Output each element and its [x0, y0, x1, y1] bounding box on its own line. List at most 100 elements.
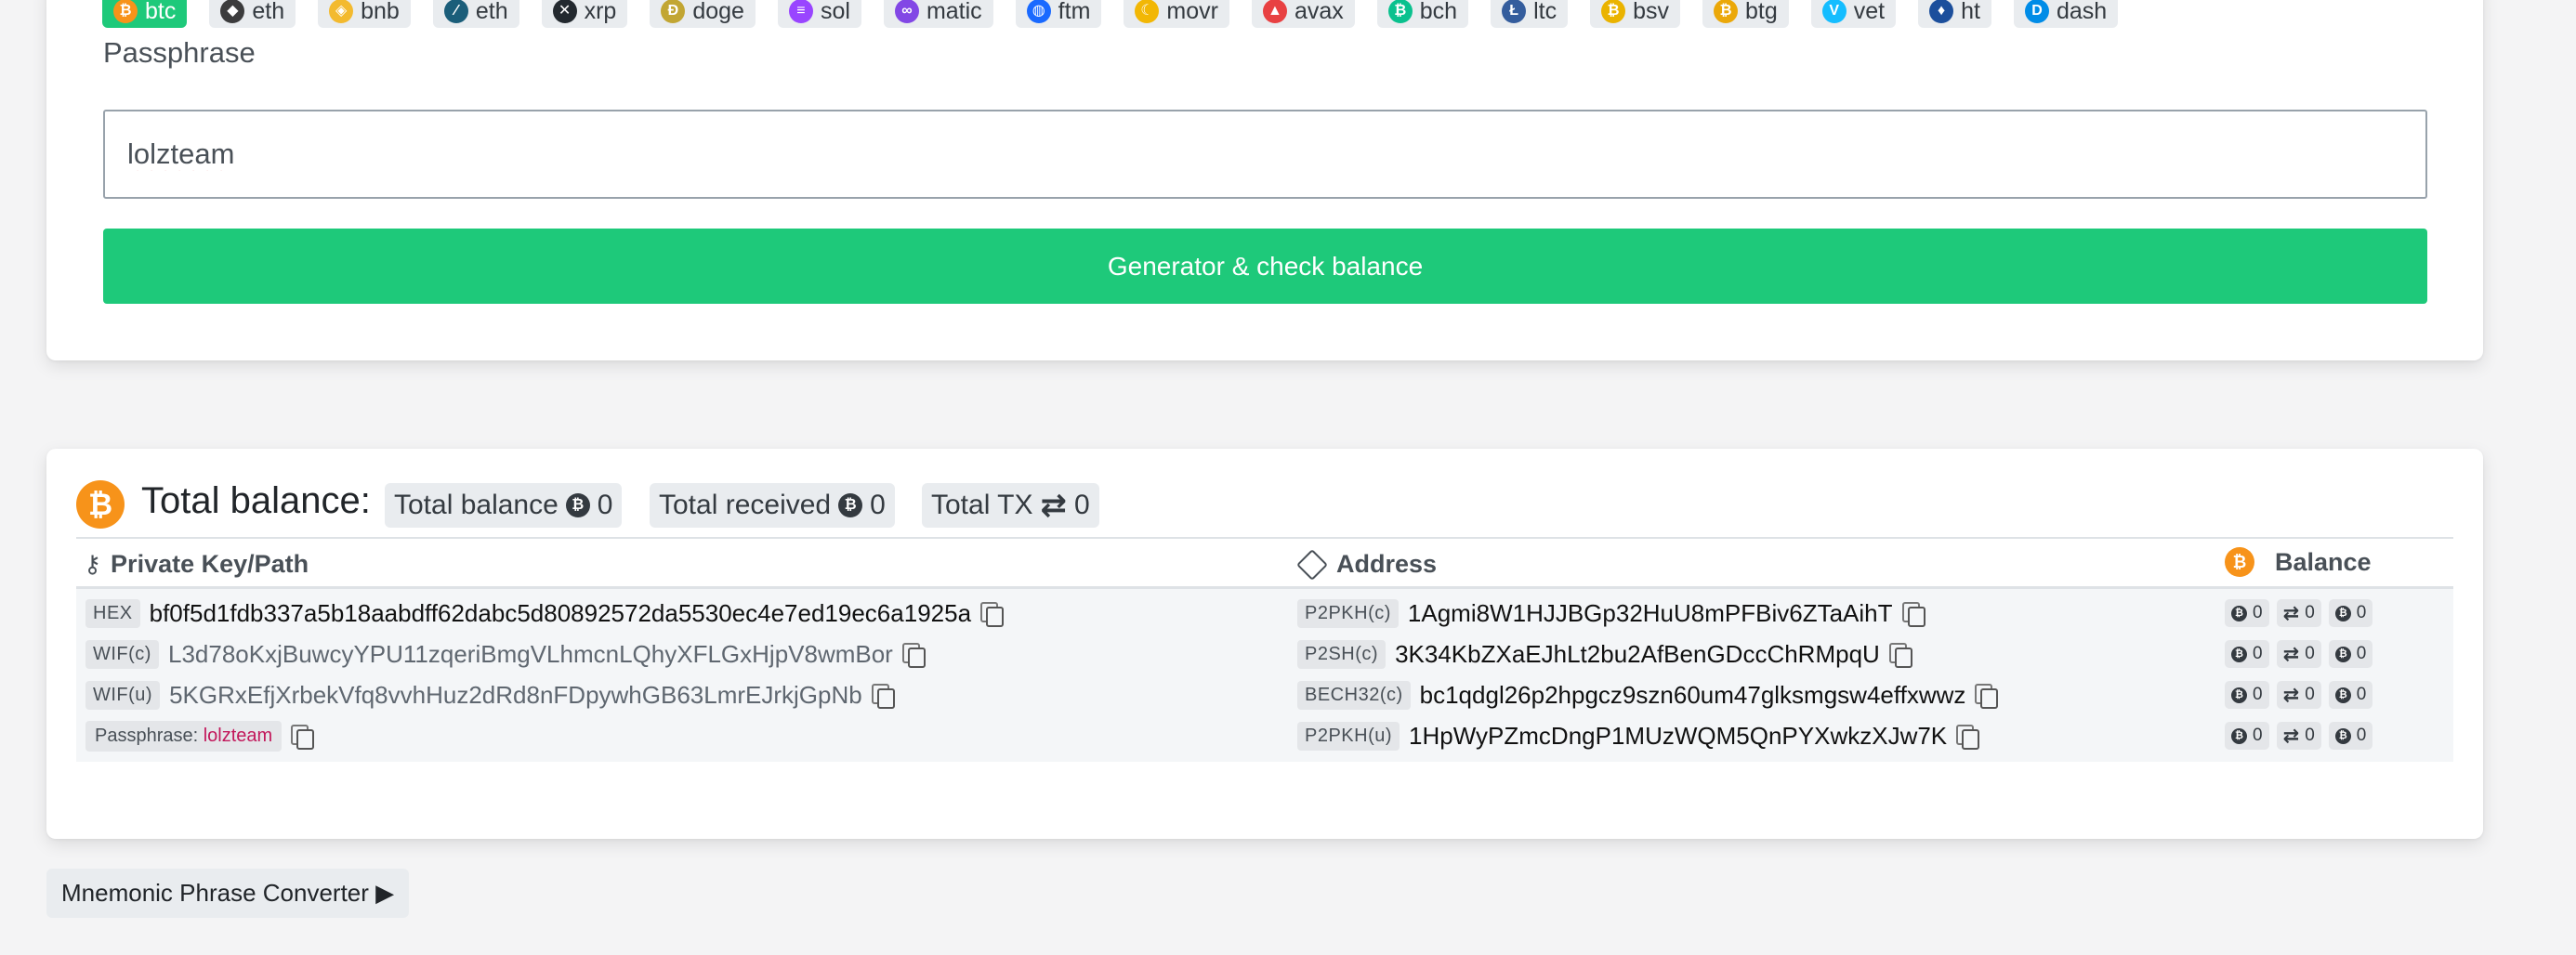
col-balance-label: Balance	[2275, 547, 2372, 576]
cube-icon	[1296, 548, 1328, 581]
coin-chip-label: bnb	[361, 0, 400, 24]
table-row: HEX bf0f5d1fdb337a5b18aabdff62dabc5d8089…	[76, 593, 2453, 634]
dogecoin-icon: Ð	[661, 0, 686, 23]
coin-chip-label: ht	[1961, 0, 1980, 24]
generate-check-balance-button[interactable]: Generator & check balance	[103, 229, 2427, 304]
private-key-value: bf0f5d1fdb337a5b18aabdff62dabc5d80892572…	[149, 598, 972, 627]
copy-icon[interactable]	[901, 643, 926, 668]
coin-icon: ₿	[2231, 687, 2247, 703]
copy-icon[interactable]	[1956, 725, 1980, 750]
table-row: WIF(c) L3d78oKxjBuwcyYPU11zqeriBmgVLhmcn…	[76, 634, 2453, 674]
coin-chip-label: vet	[1853, 0, 1886, 24]
col-address-label: Address	[1336, 550, 1438, 578]
coin-chip-doge[interactable]: Ðdoge	[650, 0, 756, 28]
tx-pill: ⇄ 0	[2276, 640, 2321, 668]
coin-chip-btg[interactable]: ₿ btg	[1702, 0, 1789, 28]
coin-chip-dash[interactable]: Ddash	[2013, 0, 2119, 28]
balance-card: ₿ Total balance: Total balance ₿ 0 Total…	[46, 449, 2483, 839]
coin-chip-ftm[interactable]: ◍ ftm	[1015, 0, 1102, 28]
coin-chip-label: btg	[1744, 0, 1778, 24]
transfer-icon: ⇄	[1040, 488, 1068, 523]
coin-icon: ₿	[565, 493, 590, 517]
address-type-tag: BECH32(c)	[1297, 680, 1411, 710]
copy-icon[interactable]	[291, 725, 315, 750]
coin-chip-ltc[interactable]: Łltc	[1491, 0, 1569, 28]
copy-icon[interactable]	[1888, 643, 1912, 668]
coin-chip-eth[interactable]: ∕ eth	[432, 0, 519, 28]
coin-chip-avax[interactable]: ▲ avax	[1251, 0, 1355, 28]
coin-chip-bsv[interactable]: ₿ bsv	[1590, 0, 1680, 28]
received-value: 0	[2356, 603, 2367, 622]
coin-selector: ₿ btc ◆ eth ◈ bnb ∕ eth ✕ xrp Ðdoge ≡ sol ∞ matic ◍ ftm ☾…	[102, 0, 2119, 28]
ethereum-classic-icon: ∕	[443, 0, 468, 23]
bitcoin-icon: ₿	[2225, 547, 2254, 577]
coin-chip-bch[interactable]: ₿ bch	[1376, 0, 1469, 28]
address-value: 3K34KbZXaEJhLt2bu2AfBenGDccChRMpqU	[1395, 639, 1880, 668]
tx-pill: ⇄ 0	[2276, 681, 2321, 709]
copy-icon[interactable]	[871, 684, 895, 709]
bitcoin-cash-icon: ₿	[1387, 0, 1413, 23]
copy-icon[interactable]	[1901, 602, 1925, 627]
address-type-tag: P2SH(c)	[1297, 639, 1387, 669]
total-tx-pill: Total TX ⇄ 0	[922, 483, 1099, 528]
balance-value: 0	[2253, 726, 2263, 745]
fantom-icon: ◍	[1026, 0, 1051, 23]
passphrase-tag-label: Passphrase:	[95, 725, 199, 746]
coin-chip-btc[interactable]: ₿ btc	[102, 0, 188, 28]
received-value: 0	[2356, 644, 2367, 663]
key-type-tag: WIF(u)	[85, 680, 161, 710]
total-received-value: 0	[870, 490, 886, 520]
polygon-icon: ∞	[894, 0, 919, 23]
received-pill: ₿ 0	[2328, 640, 2373, 668]
coin-chip-ht[interactable]: ♦ ht	[1918, 0, 1991, 28]
key-table-body: HEX bf0f5d1fdb337a5b18aabdff62dabc5d8089…	[76, 589, 2453, 762]
received-pill: ₿ 0	[2328, 681, 2373, 709]
total-balance-label: Total balance	[394, 490, 559, 520]
table-row: WIF(u) 5KGRxEfjXrbekVfq8vvhHuz2dRd8nFDpy…	[76, 674, 2453, 715]
coin-chip-movr[interactable]: ☾ movr	[1124, 0, 1229, 28]
private-key-value: 5KGRxEfjXrbekVfq8vvhHuz2dRd8nFDpywhGB63L…	[169, 680, 862, 709]
dash-icon: D	[2024, 0, 2049, 23]
transfer-icon: ⇄	[2282, 684, 2300, 706]
received-value: 0	[2356, 726, 2367, 745]
bnb-icon: ◈	[329, 0, 354, 23]
coin-chip-bnb[interactable]: ◈ bnb	[318, 0, 411, 28]
coin-chip-xrp[interactable]: ✕ xrp	[541, 0, 628, 28]
passphrase-input[interactable]	[103, 110, 2427, 199]
address-value: 1Agmi8W1HJJBGp32HuU8mPFBiv6ZTaAihT	[1407, 598, 1893, 627]
col-address: Address	[1296, 548, 1438, 581]
address-value: 1HpWyPZmcDngP1MUzWQM5QnPYXwkzXJw7K	[1409, 721, 1948, 750]
coin-chip-sol[interactable]: ≡ sol	[777, 0, 861, 28]
coin-chip-label: avax	[1294, 0, 1344, 24]
coin-icon: ₿	[2334, 646, 2351, 662]
col-private-key: ⚷ Private Key/Path	[84, 550, 309, 579]
coin-chip-matic[interactable]: ∞ matic	[883, 0, 993, 28]
passphrase-label: Passphrase	[103, 36, 256, 69]
private-key-value: L3d78oKxjBuwcyYPU11zqeriBmgVLhmcnLQhyXFL…	[167, 639, 893, 668]
copy-icon[interactable]	[980, 602, 1005, 627]
tx-pill: ⇄ 0	[2276, 722, 2321, 750]
coin-icon: ₿	[838, 493, 863, 517]
ethereum-icon: ◆	[220, 0, 245, 23]
huobi-token-icon: ♦	[1929, 0, 1954, 23]
table-row: Passphrase: lolzteam P2PKH(u) 1HpWyPZmcD…	[76, 715, 2453, 756]
received-pill: ₿ 0	[2328, 722, 2373, 750]
copy-icon[interactable]	[1975, 684, 1999, 709]
coin-chip-label: eth	[475, 0, 508, 24]
avalanche-icon: ▲	[1262, 0, 1287, 23]
coin-chip-label: ftm	[1058, 0, 1091, 24]
balance-pill: ₿ 0	[2225, 599, 2269, 627]
address-value: bc1qdgl26p2hpgcz9szn60um47glksmgsw4effxw…	[1419, 680, 1966, 709]
bitcoin-gold-icon: ₿	[1713, 0, 1738, 23]
balance-pill: ₿ 0	[2225, 640, 2269, 668]
mnemonic-phrase-converter-button[interactable]: Mnemonic Phrase Converter ▶	[46, 869, 410, 918]
received-pill: ₿ 0	[2328, 599, 2373, 627]
coin-chip-eth[interactable]: ◆ eth	[209, 0, 296, 28]
balance-pill: ₿ 0	[2225, 681, 2269, 709]
tx-pill: ⇄ 0	[2276, 599, 2321, 627]
transfer-icon: ⇄	[2282, 725, 2300, 747]
bitcoin-icon: ₿	[113, 0, 138, 23]
coin-chip-vet[interactable]: Vvet	[1810, 0, 1897, 28]
generator-card: ₿ btc ◆ eth ◈ bnb ∕ eth ✕ xrp Ðdoge ≡ sol ∞ matic ◍ ftm ☾…	[46, 0, 2483, 360]
key-type-tag: WIF(c)	[85, 639, 159, 669]
